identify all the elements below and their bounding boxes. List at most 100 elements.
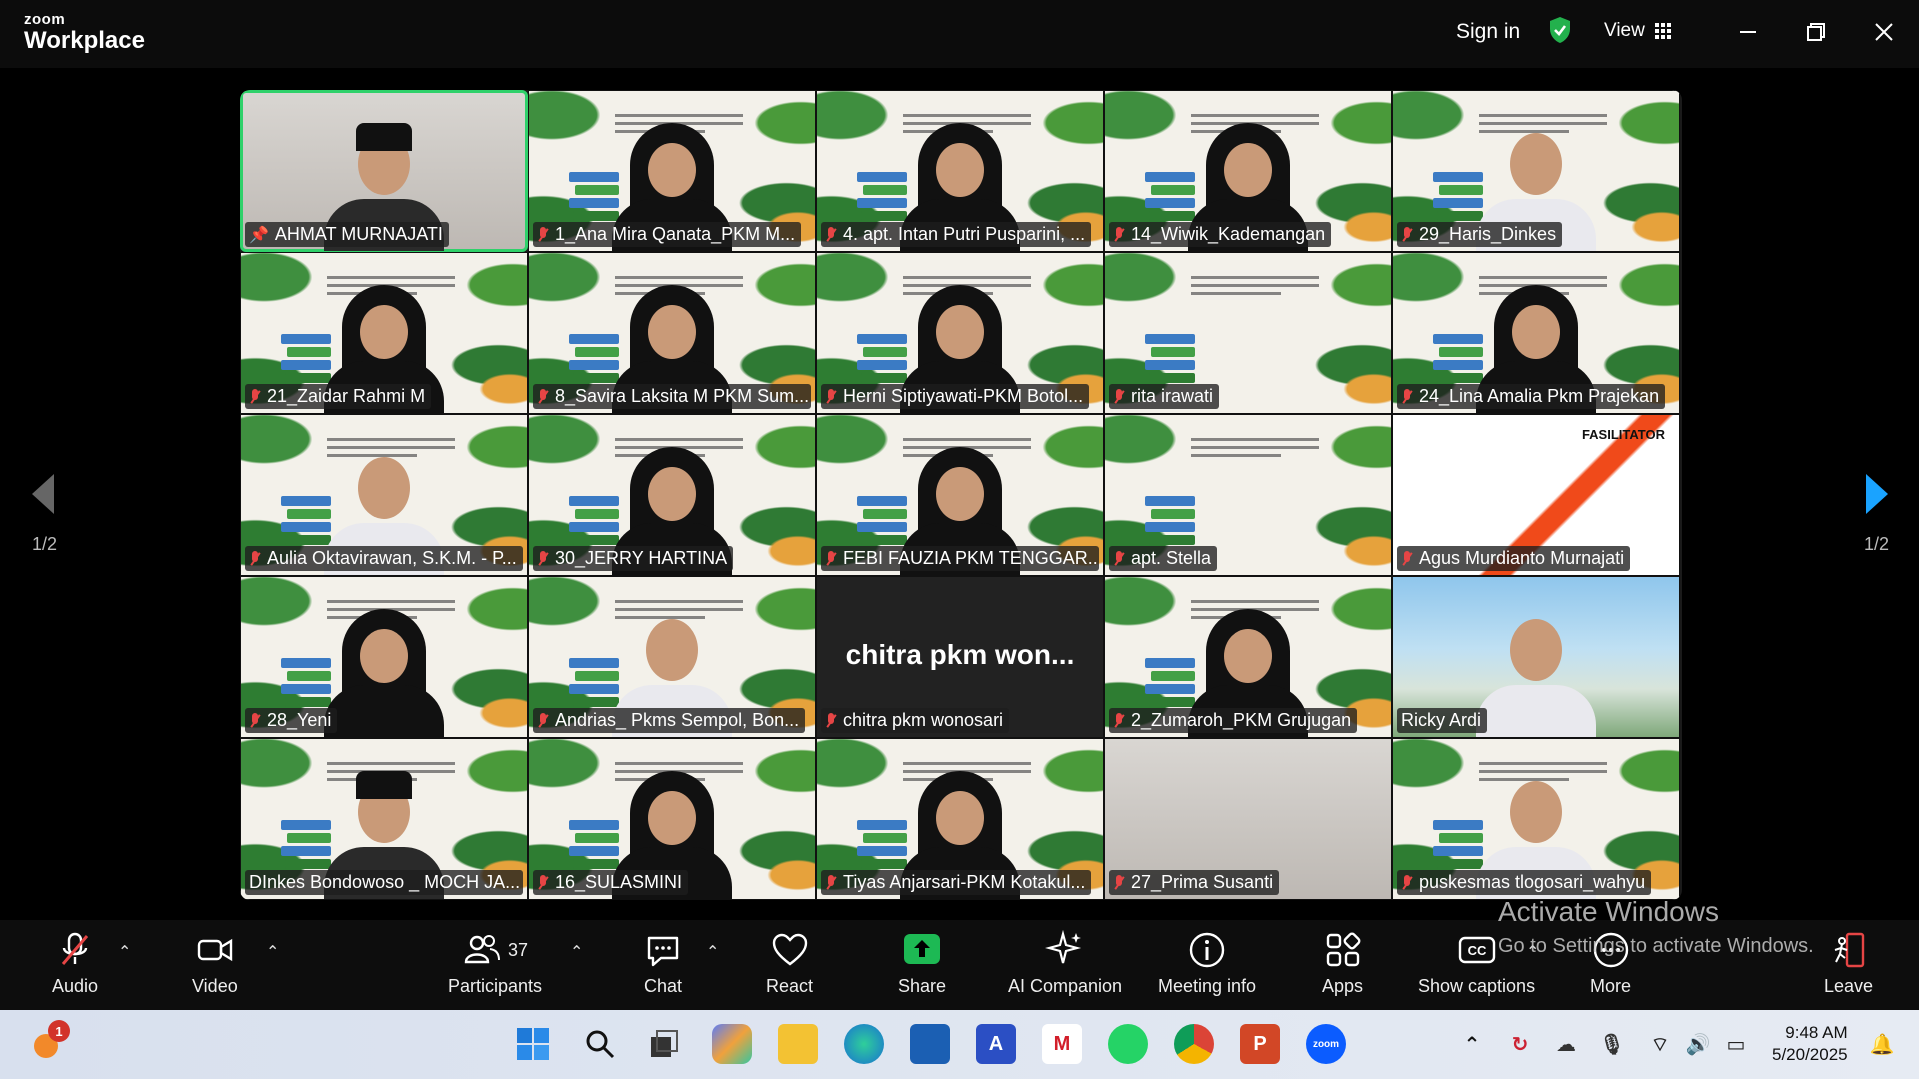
participant-tile[interactable]: 21_Zaidar Rahmi M — [240, 252, 528, 414]
muted-microphone-icon — [1113, 712, 1125, 730]
edge-browser-icon[interactable] — [844, 1024, 884, 1064]
participant-tile[interactable]: Andrias_ Pkms Sempol, Bon... — [528, 576, 816, 738]
minimize-button[interactable] — [1728, 14, 1768, 50]
closed-captions-icon: CC — [1458, 936, 1495, 964]
banner-heading — [1190, 433, 1320, 463]
share-button[interactable]: Share — [898, 930, 946, 997]
mcafee-icon[interactable]: M — [1042, 1024, 1082, 1064]
participant-name: Andrias_ Pkms Sempol, Bon... — [555, 710, 800, 730]
participant-name-tag: 30_JERRY HARTINA — [533, 546, 734, 571]
participant-tile[interactable]: chitra pkm won... chitra pkm wonosari — [816, 576, 1104, 738]
task-view-button[interactable] — [644, 1024, 684, 1064]
volume-icon[interactable]: 🔊 — [1678, 1024, 1718, 1064]
participant-tile[interactable]: 27_Prima Susanti — [1104, 738, 1392, 900]
file-explorer-icon[interactable] — [778, 1024, 818, 1064]
chat-options-chevron-icon[interactable]: ⌃ — [706, 942, 719, 962]
participant-tile[interactable]: Ricky Ardi — [1392, 576, 1680, 738]
restore-button[interactable] — [1796, 14, 1836, 50]
participant-tile[interactable]: 28_Yeni — [240, 576, 528, 738]
participant-tile[interactable]: DInkes Bondowoso _ MOCH JA... — [240, 738, 528, 900]
participant-tile[interactable]: Tiyas Anjarsari-PKM Kotakul... — [816, 738, 1104, 900]
activate-windows-subtitle: Go to Settings to activate Windows. — [1498, 935, 1814, 957]
participant-tile[interactable]: FASILITATOR Agus Murdianto Murnajati — [1392, 414, 1680, 576]
windows-taskbar: 1 A M P zoom ⌃ ↻ ☁ 🎙 ⌔ 🔊 ▭ 9:48 AM 5/20/… — [0, 1010, 1919, 1079]
participant-tile[interactable]: 14_Wiwik_Kademangan — [1104, 90, 1392, 252]
participant-tile[interactable]: Aulia Oktavirawan, S.K.M. - P... — [240, 414, 528, 576]
autodesk-app-icon[interactable]: A — [976, 1024, 1016, 1064]
participants-button[interactable]: 37 Participants — [448, 930, 542, 997]
participant-tile[interactable]: 2_Zumaroh_PKM Grujugan — [1104, 576, 1392, 738]
participant-tile[interactable]: 8_Savira Laksita M PKM Sum... — [528, 252, 816, 414]
show-captions-label: Show captions — [1418, 976, 1536, 996]
participant-tile[interactable]: 4. apt. Intan Putri Pusparini, ... — [816, 90, 1104, 252]
meeting-toolbar: Audio ⌃ Video ⌃ 37 Participants ⌃ Chat ⌃… — [0, 920, 1919, 1010]
participant-name: DInkes Bondowoso _ MOCH JA... — [249, 872, 521, 892]
participant-tile[interactable]: 29_Haris_Dinkes — [1392, 90, 1680, 252]
participant-name-tag: 24_Lina Amalia Pkm Prajekan — [1397, 384, 1666, 409]
wifi-icon[interactable]: ⌔ — [1640, 1024, 1680, 1064]
chat-button[interactable]: Chat — [643, 930, 683, 997]
participants-options-chevron-icon[interactable]: ⌃ — [570, 942, 583, 962]
video-button[interactable]: Video — [192, 930, 238, 997]
participant-name-tag: Herni Siptiyawati-PKM Botol... — [821, 384, 1090, 409]
powerpoint-icon[interactable]: P — [1240, 1024, 1280, 1064]
participant-tile[interactable]: 30_JERRY HARTINA — [528, 414, 816, 576]
participants-label: Participants — [448, 976, 543, 996]
start-button[interactable] — [513, 1024, 553, 1064]
participant-name: 2_Zumaroh_PKM Grujugan — [1131, 710, 1352, 730]
whatsapp-icon[interactable] — [1108, 1024, 1148, 1064]
leave-button[interactable]: Leave — [1824, 930, 1873, 997]
show-hidden-icons-chevron-icon[interactable]: ⌃ — [1452, 1024, 1492, 1064]
participant-tile[interactable]: apt. Stella — [1104, 414, 1392, 576]
participant-video — [324, 607, 444, 737]
participant-name: Ricky Ardi — [1401, 710, 1482, 730]
muted-microphone-icon — [825, 712, 837, 730]
microsoft-store-icon[interactable] — [910, 1024, 950, 1064]
system-clock[interactable]: 9:48 AM 5/20/2025 — [1772, 1022, 1848, 1066]
onedrive-icon[interactable]: ☁ — [1546, 1024, 1586, 1064]
participant-tile[interactable]: FEBI FAUZIA PKM TENGGAR... — [816, 414, 1104, 576]
muted-microphone-icon — [1401, 388, 1413, 406]
ai-companion-label: AI Companion — [1008, 976, 1123, 996]
participant-tile[interactable]: 1_Ana Mira Qanata_PKM M... — [528, 90, 816, 252]
sparkle-icon — [1045, 930, 1082, 964]
participant-tile[interactable]: Herni Siptiyawati-PKM Botol... — [816, 252, 1104, 414]
zoom-taskbar-icon[interactable]: zoom — [1306, 1024, 1346, 1064]
view-button[interactable]: View — [1604, 20, 1671, 42]
audio-options-chevron-icon[interactable]: ⌃ — [118, 942, 131, 962]
muted-microphone-icon — [537, 874, 549, 892]
heart-icon — [772, 933, 807, 966]
microphone-muted-icon — [61, 932, 89, 965]
notifications-bell-icon[interactable]: 🔔 — [1862, 1024, 1902, 1064]
participant-name: FEBI FAUZIA PKM TENGGAR... — [843, 548, 1099, 568]
participant-tile[interactable]: 📌 AHMAT MURNAJATI — [240, 90, 528, 252]
participant-tile[interactable]: puskesmas tlogosari_wahyu — [1392, 738, 1680, 900]
participant-tile[interactable]: 24_Lina Amalia Pkm Prajekan — [1392, 252, 1680, 414]
weather-widget[interactable]: 1 — [28, 1020, 70, 1064]
sync-status-icon[interactable]: ↻ — [1500, 1024, 1540, 1064]
apps-button[interactable]: Apps — [1322, 930, 1363, 997]
participant-name: Aulia Oktavirawan, S.K.M. - P... — [267, 548, 517, 568]
chat-label: Chat — [643, 976, 683, 996]
ai-companion-button[interactable]: AI Companion — [1008, 930, 1122, 997]
copilot-taskbar-icon[interactable] — [712, 1024, 752, 1064]
meeting-info-button[interactable]: Meeting info — [1158, 930, 1256, 997]
close-button[interactable] — [1864, 14, 1904, 50]
participant-name-tag: Agus Murdianto Murnajati — [1397, 546, 1631, 571]
participant-tile[interactable]: 16_SULASMINI — [528, 738, 816, 900]
shield-check-icon[interactable] — [1548, 16, 1572, 44]
search-button[interactable] — [580, 1024, 620, 1064]
chrome-browser-icon[interactable] — [1174, 1024, 1214, 1064]
react-button[interactable]: React — [766, 930, 813, 997]
participant-name: 1_Ana Mira Qanata_PKM M... — [555, 224, 796, 244]
audio-button[interactable]: Audio — [52, 930, 98, 997]
activate-windows-title: Activate Windows — [1498, 896, 1719, 927]
microphone-tray-icon[interactable]: 🎙 — [1592, 1024, 1632, 1064]
sign-in-link[interactable]: Sign in — [1456, 20, 1520, 44]
battery-icon[interactable]: ▭ — [1716, 1024, 1756, 1064]
muted-microphone-icon — [537, 388, 549, 406]
video-options-chevron-icon[interactable]: ⌃ — [266, 942, 279, 962]
prev-page-arrow-icon[interactable] — [28, 472, 58, 516]
participant-tile[interactable]: rita irawati — [1104, 252, 1392, 414]
next-page-arrow-icon[interactable] — [1862, 472, 1892, 516]
